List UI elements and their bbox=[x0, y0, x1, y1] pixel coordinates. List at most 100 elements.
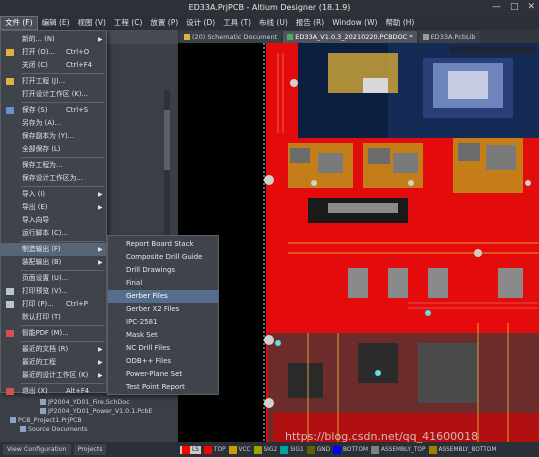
menu-h[interactable]: 帮助 (H) bbox=[381, 16, 418, 30]
menu-u[interactable]: 布线 (U) bbox=[255, 16, 292, 30]
file-menu-item[interactable]: 最近的工程 ▶ bbox=[1, 356, 106, 369]
file-menu-item[interactable]: 新的... (N) ▶ bbox=[1, 33, 106, 46]
file-menu-item-label: 保存设计工作区为... bbox=[22, 174, 83, 182]
layer-tab-sig1[interactable]: SIG1 bbox=[280, 445, 304, 454]
file-icon bbox=[40, 399, 46, 405]
project-tree-item[interactable]: JP2004_YD01_Power_V1.0.1.PcbE bbox=[40, 407, 152, 416]
layer-color-swatch bbox=[333, 445, 342, 454]
fab-output-report-board-stack[interactable]: Report Board Stack bbox=[108, 238, 218, 251]
file-menu-item[interactable]: 关闭 (C) Ctrl+F4 bbox=[1, 59, 106, 72]
file-menu-item[interactable]: 退出 (X) Alt+F4 bbox=[1, 385, 106, 398]
file-menu-item[interactable]: 运行脚本 (C)... bbox=[1, 227, 106, 240]
chevron-right-icon: ▶ bbox=[98, 346, 103, 353]
file-menu-item[interactable]: 装配输出 (B) ▶ bbox=[1, 256, 106, 269]
project-tree-item[interactable]: JP2004_YD01_Fire.SchDoc bbox=[40, 398, 130, 407]
file-menu-item[interactable]: 保存副本为 (Y)... bbox=[1, 130, 106, 143]
document-tab-1[interactable]: ED33A_V1.0.3_20210220.PCBDOC * bbox=[283, 30, 417, 43]
file-menu-item-label: 保存工程为... bbox=[22, 161, 63, 169]
maximize-button[interactable]: □ bbox=[510, 2, 519, 12]
fab-output-ipc-2581[interactable]: IPC-2581 bbox=[108, 316, 218, 329]
file-menu-item[interactable]: 另存为 (A)... bbox=[1, 117, 106, 130]
layer-tab-gnd[interactable]: GND bbox=[306, 445, 330, 454]
chevron-right-icon: ▶ bbox=[98, 191, 103, 198]
layer-color-swatch bbox=[306, 445, 315, 454]
file-menu-item[interactable]: 制造输出 (F) ▶ bbox=[1, 243, 106, 256]
layer-tab-bottom[interactable]: BOTTOM bbox=[333, 445, 368, 454]
fab-output-drill-drawings[interactable]: Drill Drawings bbox=[108, 264, 218, 277]
folder-icon bbox=[6, 78, 14, 85]
fab-output-nc-drill-files[interactable]: NC Drill Files bbox=[108, 342, 218, 355]
file-menu-item[interactable]: 打印预览 (V)... bbox=[1, 285, 106, 298]
menu-bar: 文件 (F) 编辑 (E) 视图 (V) 工程 (C) 放置 (P) 设计 (D) 工具 (… bbox=[0, 16, 539, 30]
menu-separator bbox=[21, 102, 105, 103]
fab-output-gerber-x2-files[interactable]: Gerber X2 Files bbox=[108, 303, 218, 316]
file-menu-item[interactable]: 保存工程为... bbox=[1, 159, 106, 172]
document-tab-0[interactable]: (20) Schematic Document bbox=[180, 30, 282, 43]
file-menu-item-label: 运行脚本 (C)... bbox=[22, 229, 68, 237]
close-button[interactable]: ✕ bbox=[527, 2, 535, 12]
file-menu-item-label: 最近的设计工作区 (K) bbox=[22, 371, 89, 379]
folder-icon bbox=[6, 49, 14, 56]
layer-tab-ls[interactable]: LS bbox=[180, 445, 201, 454]
document-tab-2[interactable]: ED33A.PcbLib bbox=[418, 30, 480, 43]
menu-p[interactable]: 放置 (P) bbox=[146, 16, 182, 30]
menu-f[interactable]: 文件 (F) bbox=[0, 16, 38, 30]
scrollbar-thumb[interactable] bbox=[164, 110, 170, 170]
file-menu-item[interactable]: 保存 (S) Ctrl+S bbox=[1, 104, 106, 117]
printer-icon bbox=[6, 288, 14, 295]
menu-v[interactable]: 视图 (V) bbox=[74, 16, 110, 30]
fab-output-composite-drill-guide[interactable]: Composite Drill Guide bbox=[108, 251, 218, 264]
menu-r[interactable]: 报告 (R) bbox=[292, 16, 328, 30]
layer-tab-top[interactable]: TOP bbox=[203, 445, 226, 454]
project-tree-item[interactable]: PCB_Project1.PrjPCB bbox=[10, 416, 82, 425]
menu-e[interactable]: 编辑 (E) bbox=[38, 16, 74, 30]
layer-tab-label: TOP bbox=[213, 446, 226, 453]
layer-tab-vcc[interactable]: VCC bbox=[228, 445, 251, 454]
fab-output-odb-files[interactable]: ODB++ Files bbox=[108, 355, 218, 368]
file-menu-item[interactable]: 导出 (E) ▶ bbox=[1, 201, 106, 214]
layer-tab-assembly-top[interactable]: ASSEMBLY_TOP bbox=[371, 445, 426, 454]
file-menu-item[interactable]: 打印 (P)... Ctrl+P bbox=[1, 298, 106, 311]
file-menu-item[interactable]: 最近的文档 (R) ▶ bbox=[1, 343, 106, 356]
layer-tab-sig2[interactable]: SIG2 bbox=[253, 445, 277, 454]
minimize-button[interactable]: — bbox=[492, 2, 501, 12]
file-menu-item[interactable]: 智能PDF (M)... bbox=[1, 327, 106, 340]
fab-output-mask-set[interactable]: Mask Set bbox=[108, 329, 218, 342]
file-menu-item[interactable]: 保存设计工作区为... bbox=[1, 172, 106, 185]
project-tree-item[interactable]: Source Documents bbox=[20, 425, 88, 434]
pcb-canvas[interactable] bbox=[178, 43, 539, 442]
blog-watermark: https://blog.csdn.net/qq_41600018 bbox=[285, 430, 479, 443]
file-menu-item[interactable]: 打开工程 (J)... bbox=[1, 75, 106, 88]
file-menu-item[interactable]: 全部保存 (L) bbox=[1, 143, 106, 156]
view-configuration-tab[interactable]: View Configuration bbox=[3, 444, 71, 455]
fab-output-gerber-files[interactable]: Gerber Files bbox=[108, 290, 218, 303]
file-menu-item[interactable]: 导入向导 bbox=[1, 214, 106, 227]
menu-t[interactable]: 工具 (T) bbox=[219, 16, 255, 30]
file-menu-item[interactable]: 默认打印 (T) bbox=[1, 311, 106, 324]
menu-separator bbox=[21, 325, 105, 326]
file-menu-item[interactable]: 打开设计工作区 (K)... bbox=[1, 88, 106, 101]
fab-output-power-plane-set[interactable]: Power-Plane Set bbox=[108, 368, 218, 381]
file-menu-item-label: 保存副本为 (Y)... bbox=[22, 132, 75, 140]
file-menu-item-label: 打开工程 (J)... bbox=[22, 77, 66, 85]
layer-color-swatch bbox=[253, 445, 262, 454]
tree-item-label: PCB_Project1.PrjPCB bbox=[18, 417, 82, 424]
fab-output-final[interactable]: Final bbox=[108, 277, 218, 290]
layer-color-swatch bbox=[428, 445, 437, 454]
file-icon bbox=[40, 408, 46, 414]
layer-tab-assembly-bottom[interactable]: ASSEMBLY_BOTTOM bbox=[428, 445, 497, 454]
projects-tab[interactable]: Projects bbox=[73, 444, 107, 455]
file-icon bbox=[10, 417, 16, 423]
save-icon bbox=[6, 107, 14, 114]
menu-c[interactable]: 工程 (C) bbox=[110, 16, 146, 30]
fab-output-test-point-report[interactable]: Test Point Report bbox=[108, 381, 218, 394]
file-menu-item[interactable]: 导入 (I) ▶ bbox=[1, 188, 106, 201]
file-menu-item-label: 打印 (P)... bbox=[22, 300, 54, 308]
menu-d[interactable]: 设计 (D) bbox=[182, 16, 219, 30]
menu-window-w[interactable]: Window (W) bbox=[328, 16, 381, 30]
file-menu-item[interactable]: 页面设置 (U)... bbox=[1, 272, 106, 285]
printer-icon bbox=[6, 301, 14, 308]
file-menu-item[interactable]: 打开 (O)... Ctrl+O bbox=[1, 46, 106, 59]
file-menu-item[interactable]: 最近的设计工作区 (K) ▶ bbox=[1, 369, 106, 382]
layer-tab-label: ASSEMBLY_BOTTOM bbox=[438, 446, 497, 453]
